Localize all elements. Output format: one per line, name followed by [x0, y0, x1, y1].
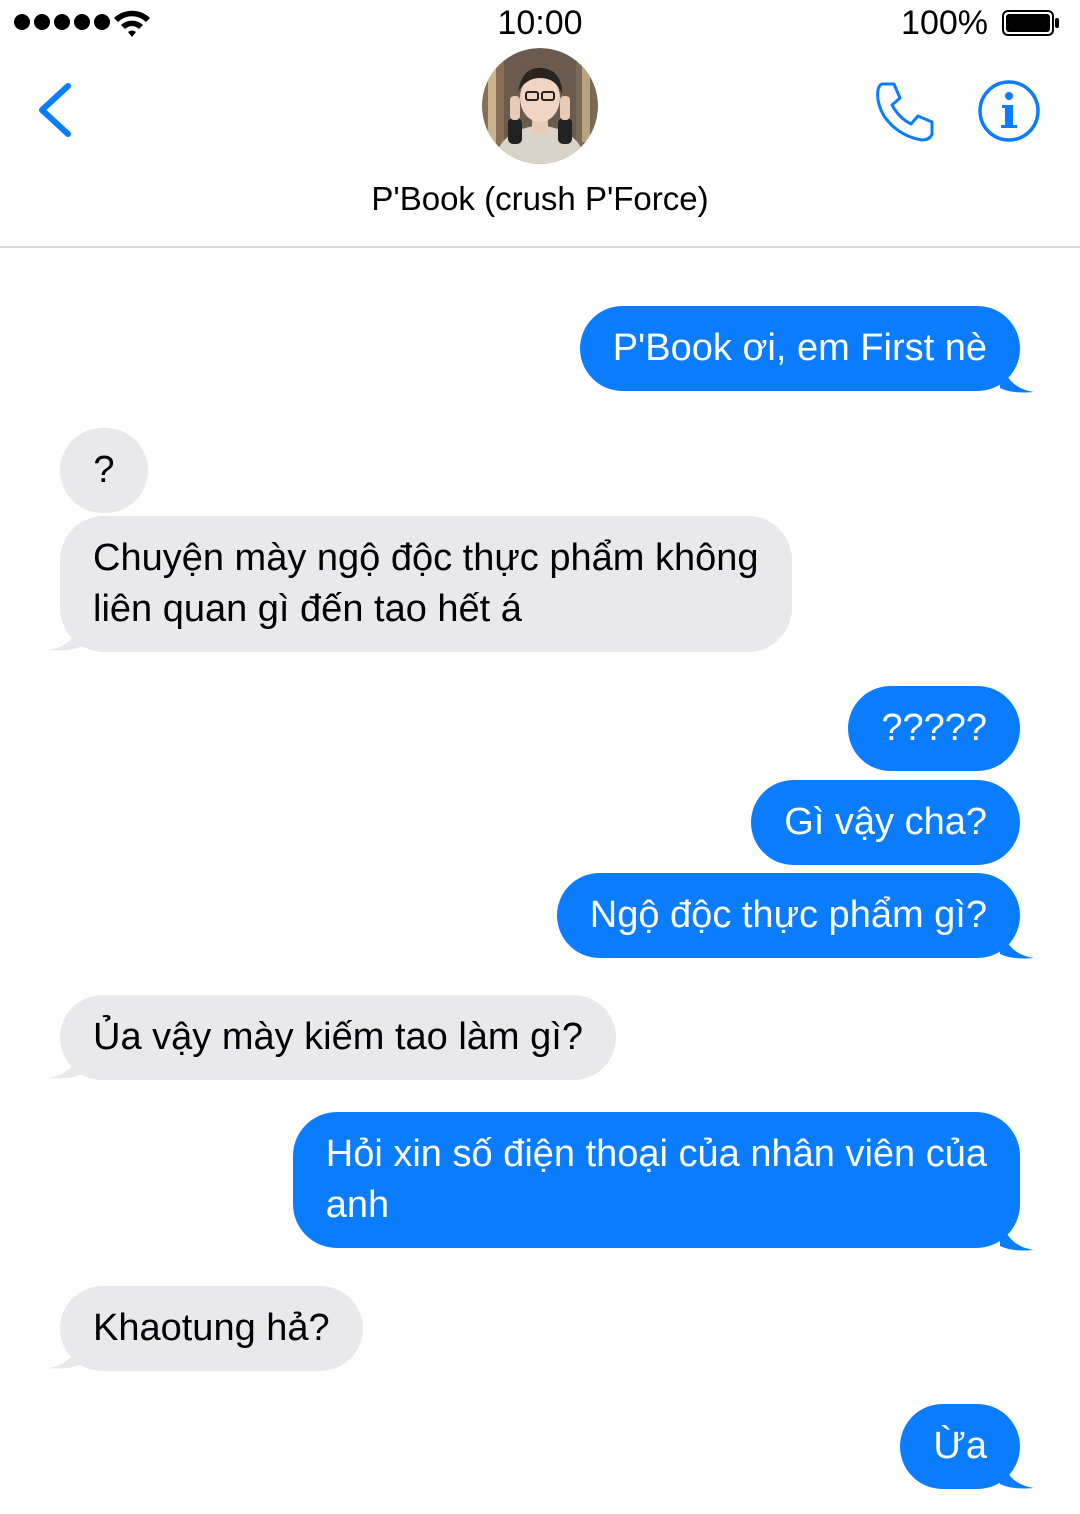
phone-call-icon[interactable]: [872, 78, 938, 144]
message-bubble-outgoing[interactable]: Gì vậy cha?: [751, 780, 1020, 865]
bubble-tail: [48, 1040, 82, 1079]
bubble-tail: [1000, 1450, 1034, 1489]
battery-icon: [1002, 10, 1059, 36]
message-bubble-outgoing[interactable]: P'Book ơi, em First nè: [579, 306, 1020, 391]
contact-name[interactable]: P'Book (crush P'Force): [0, 180, 1080, 218]
message-bubble-incoming[interactable]: ?: [60, 428, 148, 513]
message-bubble-outgoing[interactable]: Ngộ độc thực phẩm gì?: [556, 873, 1020, 958]
message-bubble-incoming[interactable]: Khaotung hả?: [60, 1286, 363, 1371]
contact-avatar[interactable]: [482, 48, 598, 164]
message-thread[interactable]: P'Book ơi, em First nè ? Chuyện mày ngộ …: [0, 248, 1080, 1514]
bubble-tail: [1000, 1212, 1034, 1251]
bubble-tail: [48, 612, 82, 651]
message-bubble-incoming[interactable]: Chuyện mày ngộ độc thực phẩm không liên …: [60, 516, 792, 652]
status-bar: 10:00 100%: [0, 0, 1080, 48]
bubble-tail: [1000, 920, 1034, 959]
back-chevron-icon[interactable]: [30, 80, 80, 140]
bubble-tail: [48, 1330, 82, 1369]
message-bubble-incoming[interactable]: Ủa vậy mày kiếm tao làm gì?: [60, 995, 616, 1080]
info-icon[interactable]: [976, 78, 1042, 144]
conversation-header: P'Book (crush P'Force): [0, 48, 1080, 248]
message-bubble-outgoing[interactable]: ?????: [848, 686, 1020, 771]
message-bubble-outgoing[interactable]: Hỏi xin số điện thoại của nhân viên của …: [292, 1112, 1020, 1248]
battery-percentage: 100%: [901, 4, 988, 42]
bubble-tail: [1000, 354, 1034, 393]
